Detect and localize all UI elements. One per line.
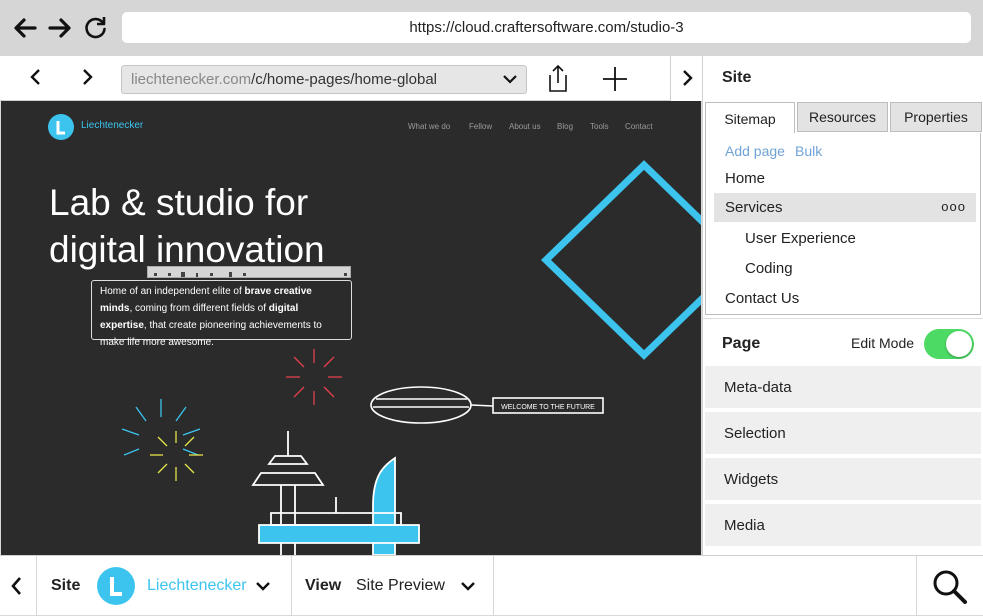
- divider: [291, 556, 292, 616]
- divider: [36, 556, 37, 616]
- path-rest: /c/home-pages/home-global: [251, 71, 438, 88]
- section-label: Meta-data: [724, 378, 792, 396]
- firework-blue-icon: [121, 399, 201, 456]
- section-media[interactable]: Media: [705, 504, 981, 548]
- sitemap-item-label: Services: [725, 199, 783, 216]
- tab-resources[interactable]: Resources: [797, 102, 888, 132]
- section-widgets[interactable]: Widgets: [705, 458, 981, 502]
- url-text: https://cloud.craftersoftware.com/studio…: [409, 19, 684, 36]
- site-preview[interactable]: Liechtenecker What we do Fellow About us…: [1, 101, 701, 555]
- chevron-left-icon[interactable]: [28, 68, 44, 86]
- reload-icon[interactable]: [82, 14, 110, 42]
- divider: [916, 556, 917, 616]
- add-icon[interactable]: [602, 66, 628, 92]
- sitemap-item-contact-us[interactable]: Contact Us: [714, 284, 976, 313]
- chevron-down-icon[interactable]: [502, 73, 518, 85]
- forward-arrow-icon[interactable]: [46, 14, 74, 42]
- preview-illustration: WELCOME TO THE FUTURE: [121, 160, 701, 555]
- chevron-right-icon: [683, 70, 693, 86]
- sitemap-item-services[interactable]: Services ooo: [714, 193, 976, 222]
- section-label: Selection: [724, 424, 786, 442]
- section-label: Media: [724, 516, 765, 534]
- section-selection[interactable]: Selection: [705, 412, 981, 456]
- toggle-knob: [946, 331, 972, 357]
- page-path-selector[interactable]: liechtenecker.com/c/home-pages/home-glob…: [121, 65, 527, 94]
- sitemap-panel: Add page Bulk Home Services ooo User Exp…: [705, 133, 981, 315]
- sitemap-item-coding[interactable]: Coding: [714, 254, 976, 283]
- share-icon[interactable]: [546, 64, 570, 94]
- item-options-icon[interactable]: ooo: [941, 199, 966, 214]
- chevron-down-icon[interactable]: [460, 580, 476, 592]
- sitemap-item-user-experience[interactable]: User Experience: [714, 224, 976, 253]
- site-name[interactable]: Liechtenecker: [147, 577, 247, 595]
- address-bar[interactable]: https://cloud.craftersoftware.com/studio…: [122, 12, 971, 43]
- site-label: Site: [51, 577, 81, 594]
- firework-yellow-icon: [150, 431, 203, 481]
- tab-properties[interactable]: Properties: [890, 102, 982, 132]
- section-label: Widgets: [724, 470, 779, 488]
- bulk-link[interactable]: Bulk: [795, 143, 822, 159]
- search-icon[interactable]: [932, 569, 968, 605]
- chevron-left-icon[interactable]: [10, 576, 24, 596]
- sitemap-item-home[interactable]: Home: [714, 164, 976, 193]
- edit-mode-label: Edit Mode: [851, 335, 915, 351]
- bottom-bar: Site Liechtenecker View Site Preview: [0, 555, 983, 616]
- view-value[interactable]: Site Preview: [356, 577, 445, 595]
- divider: [703, 318, 983, 319]
- path-host: liechtenecker.com: [131, 71, 252, 88]
- chevron-right-icon[interactable]: [79, 68, 95, 86]
- tab-sitemap[interactable]: Sitemap: [705, 102, 795, 134]
- view-label: View: [305, 577, 342, 594]
- chevron-down-icon[interactable]: [255, 580, 271, 592]
- sitemap-item-label: Home: [725, 170, 766, 187]
- back-arrow-icon[interactable]: [11, 14, 39, 42]
- sidebar-title: Site: [722, 69, 752, 86]
- browser-toolbar: https://cloud.craftersoftware.com/studio…: [0, 0, 983, 56]
- site-sidebar: Site Sitemap Resources Properties Add pa…: [702, 56, 983, 555]
- add-page-link[interactable]: Add page: [725, 143, 785, 159]
- site-logo-icon: [97, 567, 135, 605]
- firework-red-icon: [286, 349, 342, 405]
- banner-text: WELCOME TO THE FUTURE: [501, 404, 595, 411]
- space-needle-icon: [251, 431, 420, 555]
- edit-mode-toggle[interactable]: [924, 329, 974, 359]
- section-meta-data[interactable]: Meta-data: [705, 366, 981, 410]
- sitemap-item-label: User Experience: [745, 230, 856, 247]
- sitemap-item-label: Coding: [745, 260, 793, 277]
- sitemap-item-label: Contact Us: [725, 290, 800, 307]
- page-section-title: Page: [722, 335, 761, 352]
- sidebar-toggle[interactable]: [670, 56, 702, 101]
- divider: [493, 556, 494, 616]
